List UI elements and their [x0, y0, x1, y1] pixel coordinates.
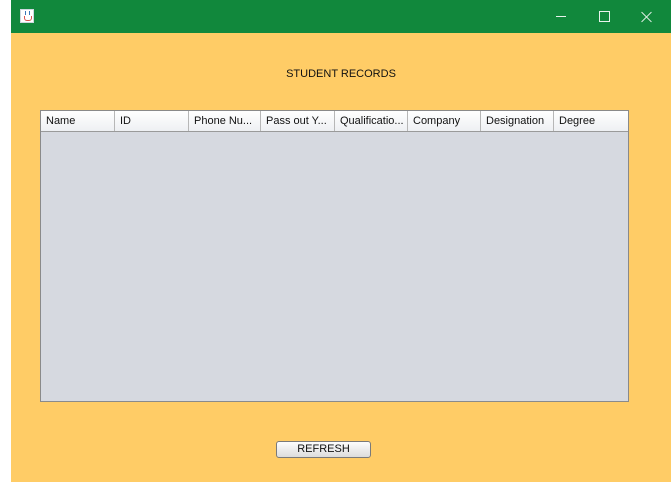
close-button[interactable]: [629, 0, 665, 33]
minimize-icon: [556, 16, 566, 17]
minimize-button[interactable]: [543, 0, 579, 33]
student-records-window: STUDENT RECORDS Name ID Phone Nu... Pass…: [11, 0, 671, 482]
maximize-icon: [598, 11, 610, 22]
page-title: STUDENT RECORDS: [286, 68, 396, 80]
student-records-table[interactable]: Name ID Phone Nu... Pass out Y... Qualif…: [40, 110, 629, 402]
column-header-company[interactable]: Company: [408, 111, 481, 131]
column-header-name[interactable]: Name: [41, 111, 115, 131]
title-bar[interactable]: [11, 0, 671, 33]
refresh-button[interactable]: REFRESH: [276, 441, 371, 458]
close-icon: [641, 11, 653, 23]
maximize-button[interactable]: [586, 0, 622, 33]
table-header: Name ID Phone Nu... Pass out Y... Qualif…: [41, 111, 628, 132]
column-header-phone-number[interactable]: Phone Nu...: [189, 111, 261, 131]
java-app-icon[interactable]: [20, 9, 34, 23]
column-header-designation[interactable]: Designation: [481, 111, 554, 131]
table-body[interactable]: [41, 132, 628, 401]
column-header-degree[interactable]: Degree: [554, 111, 628, 131]
column-header-pass-out-year[interactable]: Pass out Y...: [261, 111, 335, 131]
column-header-qualification[interactable]: Qualificatio...: [335, 111, 408, 131]
column-header-id[interactable]: ID: [115, 111, 189, 131]
